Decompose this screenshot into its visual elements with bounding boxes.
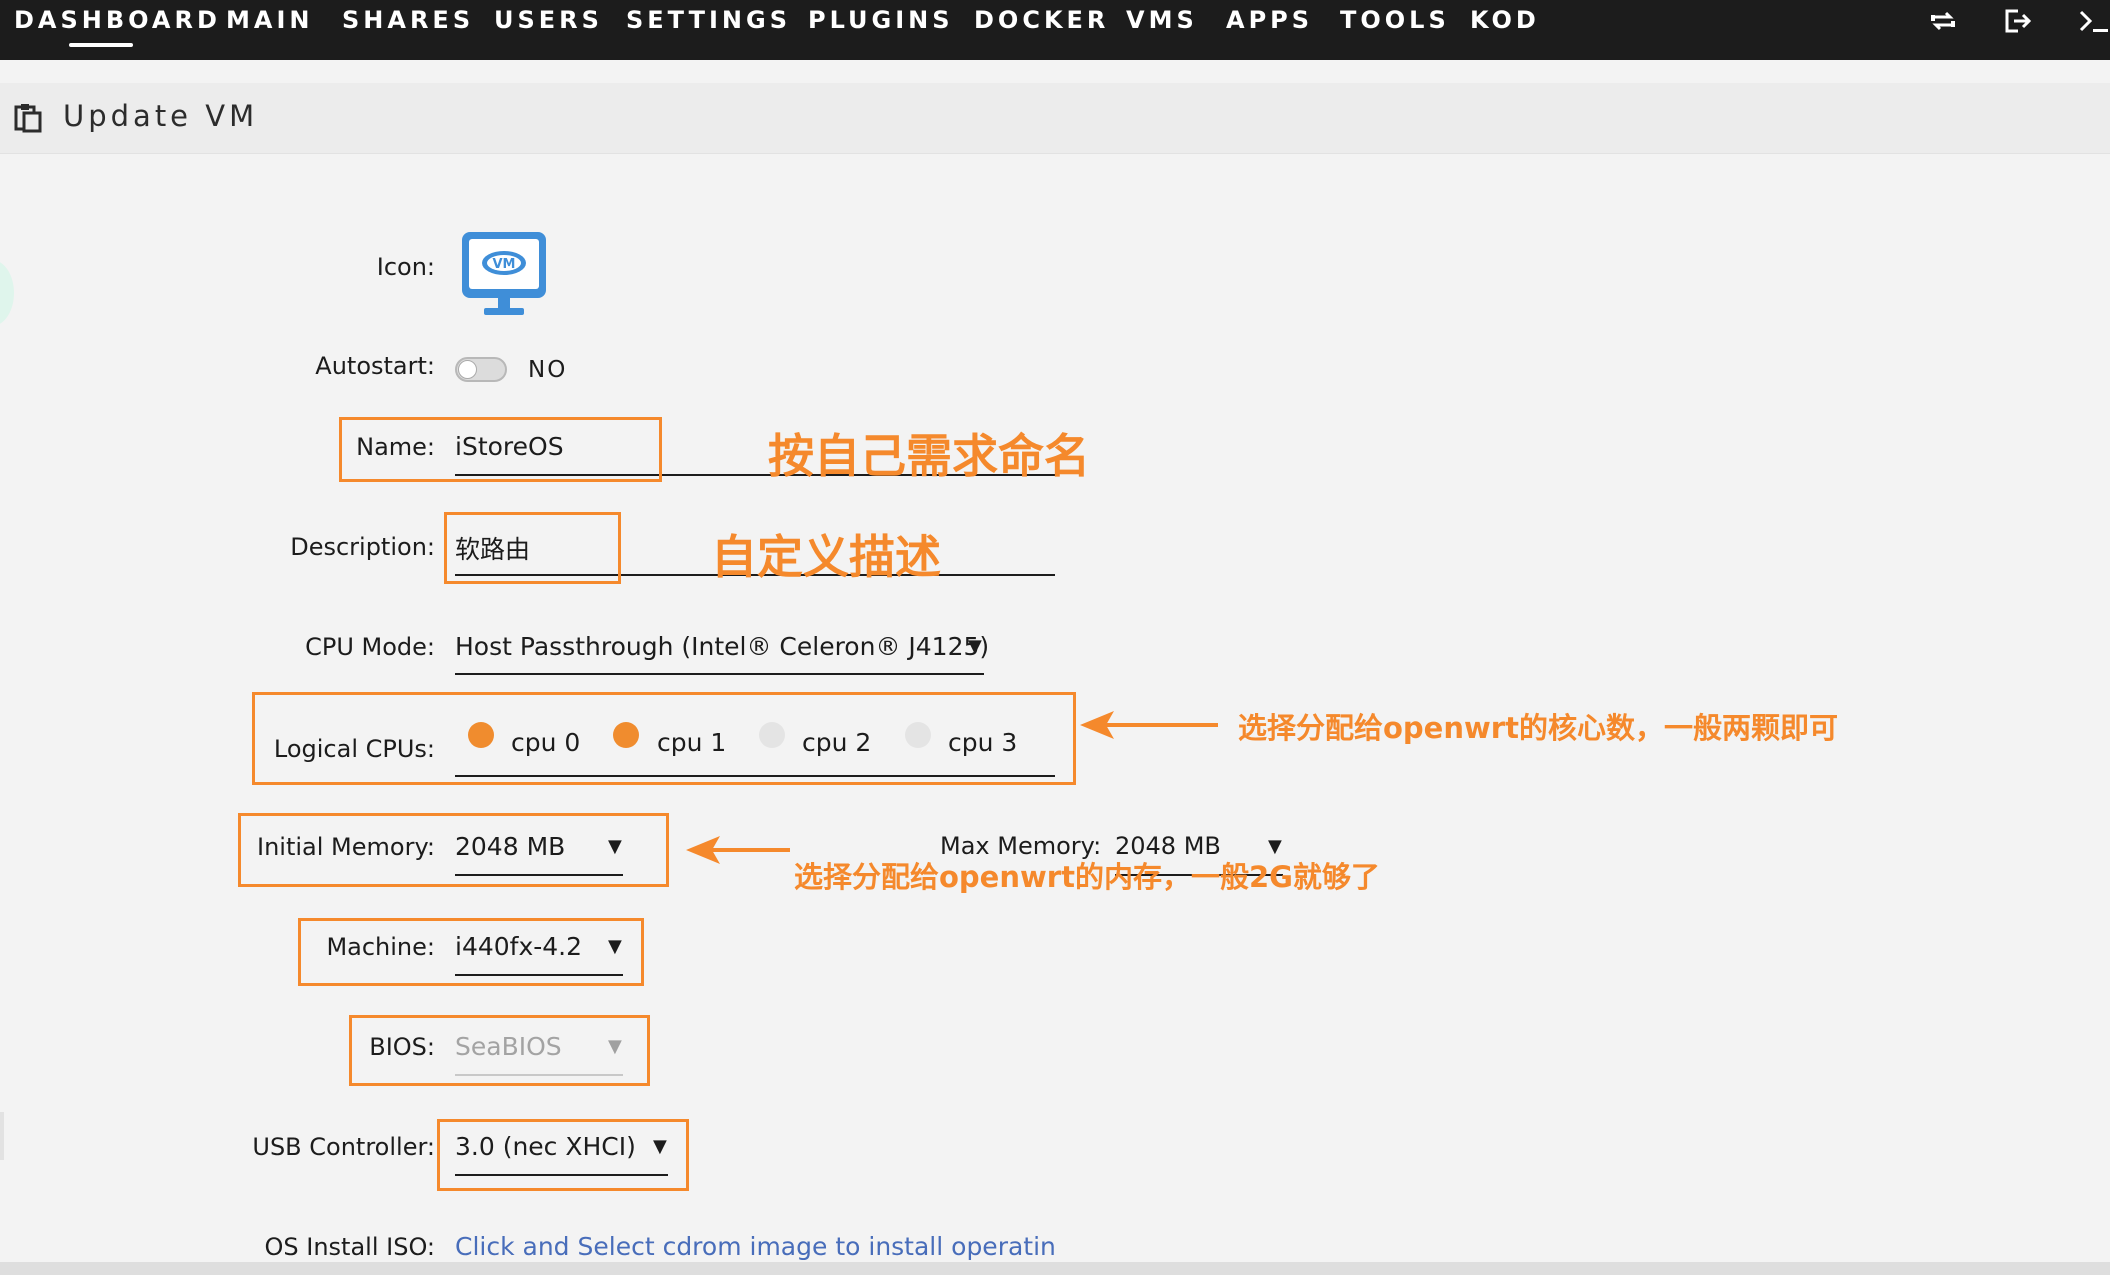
cpu-annotation: 选择分配给openwrt的核心数，一般两颗即可 xyxy=(1238,711,1838,745)
name-annotation: 按自己需求命名 xyxy=(768,429,1090,483)
page-header: Update VM xyxy=(0,83,2110,154)
cpu-mode-select[interactable]: Host Passthrough (Intel® Celeron® J4125) xyxy=(455,632,989,661)
vm-icon[interactable]: VM xyxy=(458,230,550,322)
description-highlight-box xyxy=(444,512,621,584)
nav-shares[interactable]: SHARES xyxy=(342,6,474,34)
memory-highlight-box xyxy=(238,813,669,887)
autostart-label: Autostart: xyxy=(315,352,435,380)
machine-highlight-box xyxy=(298,918,644,986)
page-title: Update VM xyxy=(63,99,259,133)
nav-main[interactable]: MAIN xyxy=(226,6,313,34)
icon-label: Icon: xyxy=(376,253,435,281)
cpu-arrow-icon xyxy=(1080,711,1218,739)
chevron-down-icon[interactable]: ▼ xyxy=(968,636,982,657)
switch-icon[interactable] xyxy=(1928,6,1958,44)
os-install-iso-label: OS Install ISO: xyxy=(264,1233,436,1261)
terminal-icon[interactable] xyxy=(2078,6,2110,44)
os-iso-picker[interactable]: Click and Select cdrom image to install … xyxy=(455,1232,1055,1261)
name-highlight-box xyxy=(339,417,662,482)
active-tab-indicator xyxy=(69,43,133,47)
memory-arrow-icon xyxy=(686,836,790,864)
nav-apps[interactable]: APPS xyxy=(1226,6,1313,34)
clipboard-icon xyxy=(14,104,42,133)
autostart-toggle[interactable] xyxy=(455,357,507,382)
bottom-scrollbar[interactable] xyxy=(0,1262,2110,1275)
nav-dashboard[interactable]: DASHBOARD xyxy=(14,6,221,34)
autostart-value: NO xyxy=(528,357,568,383)
cpu-mode-label: CPU Mode: xyxy=(305,633,435,661)
usb-highlight-box xyxy=(437,1119,689,1191)
cpu-highlight-box xyxy=(252,692,1076,785)
nav-docker[interactable]: DOCKER xyxy=(974,6,1109,34)
toggle-knob xyxy=(458,360,477,379)
nav-plugins[interactable]: PLUGINS xyxy=(808,6,954,34)
usb-controller-label: USB Controller: xyxy=(252,1133,435,1161)
nav-vms[interactable]: VMS xyxy=(1126,6,1198,34)
side-handle xyxy=(0,260,14,326)
logout-icon[interactable] xyxy=(2002,6,2032,44)
side-marker xyxy=(0,1112,4,1160)
description-label: Description: xyxy=(290,533,435,561)
cpu-mode-underline xyxy=(455,673,984,675)
memory-annotation: 选择分配给openwrt的内存，一般2G就够了 xyxy=(794,860,1380,894)
nav-kod[interactable]: KOD xyxy=(1470,6,1540,34)
bios-highlight-box xyxy=(349,1015,650,1086)
nav-users[interactable]: USERS xyxy=(494,6,603,34)
description-annotation: 自定义描述 xyxy=(711,530,941,584)
top-navigation: DASHBOARD MAIN SHARES USERS SETTINGS PLU… xyxy=(0,0,2110,60)
nav-tools[interactable]: TOOLS xyxy=(1340,6,1450,34)
nav-settings[interactable]: SETTINGS xyxy=(626,6,791,34)
svg-text:VM: VM xyxy=(493,257,516,272)
